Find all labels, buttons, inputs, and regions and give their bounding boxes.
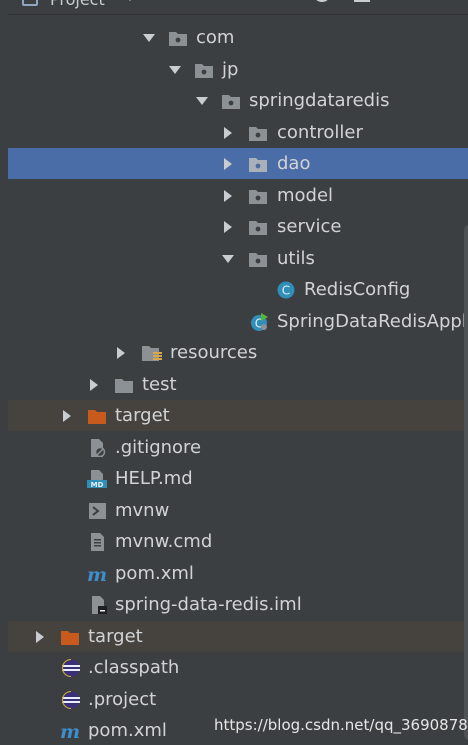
package-icon [248, 124, 268, 142]
tree-node-label: target [88, 626, 143, 647]
svg-text:m: m [60, 722, 80, 740]
package-icon [248, 155, 268, 173]
hide-panel-icon[interactable] [440, 0, 460, 4]
package-icon [248, 250, 268, 268]
tree-node-label: HELP.md [115, 468, 193, 489]
tree-node-project[interactable]: .project [8, 684, 468, 715]
tree-node-label: spring-data-redis.iml [115, 594, 302, 615]
locate-target-icon[interactable] [312, 0, 332, 4]
tree-node-label: controller [277, 122, 363, 143]
chevron-right-icon[interactable] [221, 189, 235, 203]
settings-gear-icon[interactable] [400, 0, 420, 4]
package-icon [221, 92, 241, 110]
collapse-all-icon[interactable] [352, 0, 372, 4]
spring-boot-app-icon: C [249, 313, 269, 331]
tree-node-mvnw[interactable]: mvnw [8, 495, 468, 526]
package-icon [168, 29, 188, 47]
tree-node-iml[interactable]: spring-data-redis.iml [8, 589, 468, 620]
chevron-right-icon[interactable] [33, 630, 47, 644]
tree-node-service[interactable]: service [8, 211, 468, 242]
tree-node-label: .gitignore [115, 437, 202, 458]
tree-node-label: resources [170, 342, 258, 363]
tree-node-pom-inner[interactable]: m pom.xml [8, 558, 468, 589]
chevron-down-icon[interactable] [124, 0, 136, 1]
chevron-down-icon[interactable] [168, 63, 182, 77]
svg-text:C: C [282, 284, 290, 298]
tree-node-label: jp [222, 59, 239, 80]
tree-node-controller[interactable]: controller [8, 117, 468, 148]
markdown-file-icon: MD [86, 470, 107, 488]
tree-node-model[interactable]: model [8, 180, 468, 211]
chevron-right-icon[interactable] [114, 346, 128, 360]
tree-node-label: pom.xml [88, 720, 167, 741]
project-panel-header: Project [8, 0, 468, 15]
tree-node-label: dao [277, 153, 311, 174]
tree-node-target-outer[interactable]: target [8, 621, 468, 652]
tree-node-mvnwcmd[interactable]: mvnw.cmd [8, 526, 468, 557]
tree-node-redisconfig[interactable]: C RedisConfig [8, 274, 468, 305]
tree-node-label: test [142, 374, 177, 395]
tree-node-label: mvnw.cmd [115, 531, 213, 552]
tree-node-label: RedisConfig [304, 279, 411, 300]
tree-node-com[interactable]: com [8, 22, 468, 53]
chevron-down-icon[interactable] [142, 31, 156, 45]
resources-folder-icon [141, 344, 162, 362]
watermark-url: https://blog.csdn.net/qq_36908783 [214, 716, 468, 734]
tree-node-help[interactable]: MD HELP.md [8, 463, 468, 494]
project-view-icon [22, 0, 38, 6]
tree-node-label: model [277, 185, 334, 206]
svg-text:MD: MD [91, 481, 104, 488]
text-file-icon [89, 533, 109, 551]
tree-node-dao[interactable]: dao [8, 148, 468, 179]
package-icon [248, 187, 268, 205]
package-icon [248, 218, 268, 236]
tree-node-label: utils [277, 248, 315, 269]
shell-script-icon [88, 502, 108, 520]
tree-node-label: springdataredis [249, 90, 390, 111]
tree-node-springapp[interactable]: C SpringDataRedisAppli [8, 306, 468, 337]
module-file-icon [89, 596, 109, 614]
chevron-right-icon[interactable] [221, 220, 235, 234]
chevron-right-icon[interactable] [221, 157, 235, 171]
tree-node-target-inner[interactable]: target [8, 400, 468, 431]
class-icon: C [276, 281, 296, 299]
chevron-right-icon[interactable] [87, 378, 101, 392]
tree-node-springdataredis[interactable]: springdataredis [8, 85, 468, 116]
vertical-scrollbar[interactable] [464, 225, 468, 740]
chevron-right-icon[interactable] [60, 409, 74, 423]
package-icon [194, 61, 214, 79]
maven-icon: m [86, 565, 107, 583]
tree-node-test[interactable]: test [8, 369, 468, 400]
tree-node-classpath[interactable]: .classpath [8, 652, 468, 683]
tree-node-label: service [277, 216, 342, 237]
folder-icon [114, 376, 134, 394]
tree-node-gitignore[interactable]: .gitignore [8, 432, 468, 463]
tree-node-jp[interactable]: jp [8, 54, 468, 85]
chevron-down-icon[interactable] [195, 94, 209, 108]
chevron-down-icon[interactable] [221, 252, 235, 266]
excluded-folder-icon [87, 407, 107, 425]
eclipse-file-icon [60, 691, 80, 709]
tree-node-utils[interactable]: utils [8, 243, 468, 274]
tree-node-label: target [115, 405, 170, 426]
tree-node-label: .classpath [88, 657, 180, 678]
ignore-file-icon [88, 439, 108, 457]
tree-node-resources[interactable]: resources [8, 337, 468, 368]
tree-node-label: mvnw [115, 500, 170, 521]
project-tool-window: Project com jp springdataredis [8, 0, 468, 745]
excluded-folder-icon [60, 628, 80, 646]
tree-node-label: .project [88, 689, 157, 710]
eclipse-file-icon [60, 659, 80, 677]
tree-node-label: pom.xml [115, 563, 194, 584]
tree-node-label: com [196, 27, 235, 48]
tree-node-label: SpringDataRedisAppli [277, 311, 468, 332]
panel-title[interactable]: Project [50, 0, 105, 9]
chevron-right-icon[interactable] [221, 126, 235, 140]
svg-text:m: m [87, 565, 107, 583]
maven-icon: m [59, 722, 80, 740]
